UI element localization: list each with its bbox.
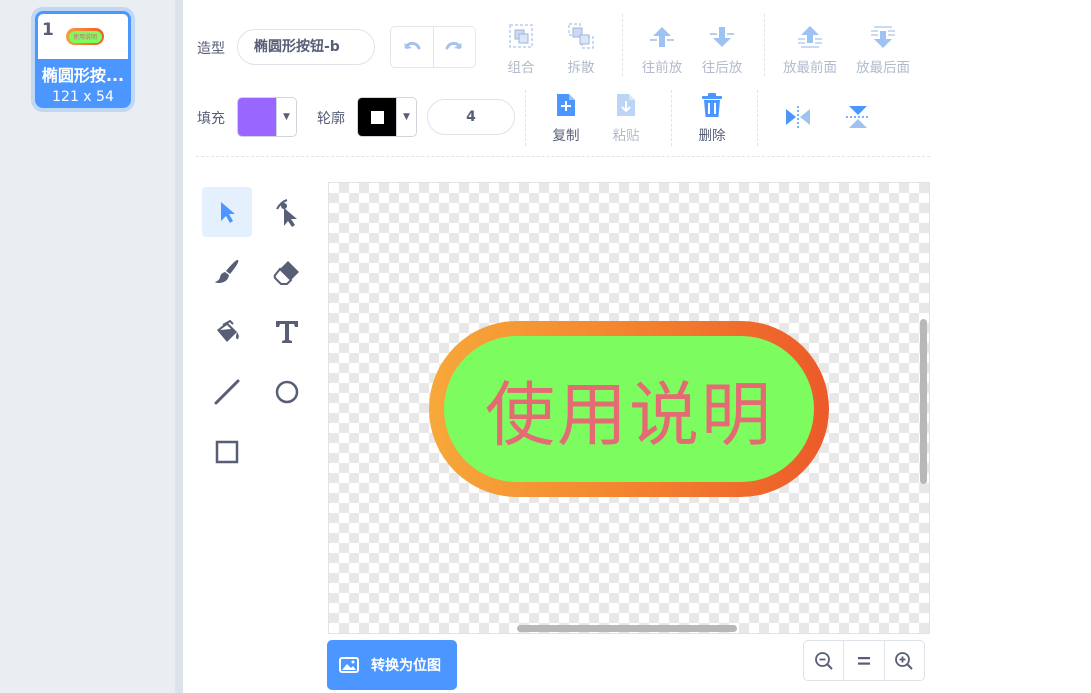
brush-icon bbox=[215, 259, 239, 283]
chevron-down-icon: ▼ bbox=[396, 98, 416, 136]
toolbar-divider bbox=[757, 90, 758, 146]
button-shape-text: 使用说明 bbox=[485, 373, 773, 456]
rectangle-icon bbox=[215, 440, 239, 464]
button-shape-outline[interactable]: 使用说明 bbox=[429, 321, 829, 497]
backward-label: 往后放 bbox=[701, 60, 743, 76]
line-icon bbox=[214, 379, 240, 405]
convert-to-bitmap-button[interactable]: 转换为位图 bbox=[327, 640, 457, 690]
paste-button[interactable]: 粘贴 bbox=[594, 92, 658, 144]
toolbar-divider bbox=[764, 14, 765, 76]
group-button[interactable]: 组合 bbox=[489, 20, 553, 76]
bring-to-front-icon bbox=[798, 26, 822, 48]
zoom-reset-button[interactable] bbox=[843, 641, 883, 680]
select-tool[interactable] bbox=[202, 187, 252, 237]
select-arrow-icon bbox=[221, 202, 235, 223]
fill-color-swatch bbox=[238, 98, 276, 136]
horizontal-scrollbar[interactable] bbox=[517, 625, 737, 632]
paste-icon bbox=[617, 94, 635, 116]
send-to-back-button[interactable]: 放最后面 bbox=[851, 20, 915, 76]
chevron-down-icon: ▼ bbox=[276, 98, 296, 136]
copy-label: 复制 bbox=[552, 128, 580, 144]
fill-label: 填充 bbox=[197, 111, 225, 127]
toolbar-divider bbox=[525, 90, 526, 146]
zoom-in-icon bbox=[895, 651, 914, 670]
costume-name: 椭圆形按... bbox=[41, 66, 125, 85]
eraser-icon bbox=[273, 261, 299, 285]
group-icon bbox=[509, 24, 533, 48]
convert-to-bitmap-label: 转换为位图 bbox=[371, 658, 441, 674]
costume-name-input[interactable]: 椭圆形按钮-b bbox=[237, 29, 375, 65]
toolbar-divider bbox=[671, 90, 672, 146]
flip-horizontal-button[interactable] bbox=[784, 104, 812, 134]
zoom-controls bbox=[803, 640, 925, 681]
fill-tool[interactable] bbox=[202, 307, 252, 357]
send-to-back-icon bbox=[871, 26, 895, 48]
outline-width-input[interactable]: 4 bbox=[427, 99, 515, 135]
circle-icon bbox=[275, 380, 299, 404]
vertical-scrollbar[interactable] bbox=[920, 319, 927, 484]
paint-canvas[interactable]: 使用说明 bbox=[328, 182, 930, 634]
copy-icon bbox=[557, 94, 575, 116]
circle-tool[interactable] bbox=[262, 367, 312, 417]
toolbar-bottom-divider bbox=[196, 156, 930, 157]
back-label: 放最后面 bbox=[856, 60, 910, 76]
outline-label: 轮廓 bbox=[317, 111, 345, 127]
zoom-out-button[interactable] bbox=[804, 641, 843, 680]
delete-button[interactable]: 删除 bbox=[680, 92, 744, 144]
outline-color-swatch bbox=[358, 98, 396, 136]
undo-icon bbox=[403, 41, 421, 50]
zoom-reset-icon bbox=[857, 656, 870, 665]
outline-swatch-center bbox=[370, 110, 384, 124]
image-icon bbox=[339, 657, 359, 673]
line-tool[interactable] bbox=[202, 367, 252, 417]
undo-button[interactable] bbox=[391, 27, 433, 67]
thumbnail-pill: 使用说明 bbox=[66, 28, 104, 45]
redo-button[interactable] bbox=[432, 27, 476, 67]
button-shape-fill: 使用说明 bbox=[444, 336, 814, 482]
reshape-icon bbox=[276, 199, 297, 227]
eraser-tool[interactable] bbox=[262, 247, 312, 297]
arrow-down-icon bbox=[710, 27, 734, 47]
panel-divider bbox=[175, 0, 183, 693]
ungroup-button[interactable]: 拆散 bbox=[549, 20, 613, 76]
forward-button[interactable]: 往前放 bbox=[630, 20, 694, 76]
bring-to-front-button[interactable]: 放最前面 bbox=[778, 20, 842, 76]
toolbar-divider bbox=[622, 14, 623, 76]
delete-label: 删除 bbox=[698, 128, 726, 144]
costume-number: 1 bbox=[42, 20, 54, 40]
forward-label: 往前放 bbox=[641, 60, 683, 76]
front-label: 放最前面 bbox=[783, 60, 837, 76]
paint-bucket-icon bbox=[217, 319, 239, 342]
brush-tool[interactable] bbox=[202, 247, 252, 297]
costume-label: 造型 bbox=[197, 41, 225, 57]
text-t-icon bbox=[276, 321, 298, 343]
flip-vertical-button[interactable] bbox=[844, 104, 872, 134]
thumbnail-pill-text: 使用说明 bbox=[68, 30, 102, 43]
backward-button[interactable]: 往后放 bbox=[690, 20, 754, 76]
costume-size: 121 x 54 bbox=[52, 89, 114, 105]
trash-icon bbox=[702, 93, 722, 117]
flip-vertical-icon bbox=[846, 106, 870, 128]
zoom-out-icon bbox=[814, 651, 833, 670]
text-tool[interactable] bbox=[262, 307, 312, 357]
undo-redo-group bbox=[390, 26, 476, 68]
outline-color-picker[interactable]: ▼ bbox=[357, 97, 417, 137]
reshape-tool[interactable] bbox=[262, 187, 312, 237]
zoom-in-button[interactable] bbox=[883, 641, 924, 680]
paste-label: 粘贴 bbox=[612, 128, 640, 144]
copy-button[interactable]: 复制 bbox=[534, 92, 598, 144]
costume-item[interactable]: 使用说明 1 椭圆形按... 121 x 54 bbox=[35, 11, 131, 108]
rectangle-tool[interactable] bbox=[202, 427, 252, 477]
group-label: 组合 bbox=[507, 60, 535, 76]
ungroup-label: 拆散 bbox=[567, 60, 595, 76]
fill-color-picker[interactable]: ▼ bbox=[237, 97, 297, 137]
arrow-up-icon bbox=[650, 27, 674, 47]
redo-icon bbox=[445, 41, 463, 50]
flip-horizontal-icon bbox=[786, 106, 810, 128]
ungroup-icon bbox=[568, 23, 594, 49]
